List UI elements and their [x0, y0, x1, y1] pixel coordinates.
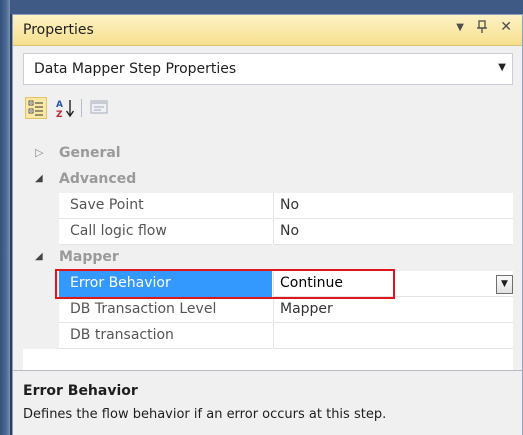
property-row-save-point[interactable]: Save Point No	[23, 193, 513, 219]
chevron-down-icon[interactable]: ▼	[498, 62, 506, 73]
pin-icon[interactable]	[476, 20, 488, 37]
collapse-arrow-icon[interactable]: ◢	[35, 251, 43, 262]
row-gutter	[23, 193, 59, 219]
description-pane: Error Behavior Defines the flow behavior…	[13, 370, 522, 435]
properties-panel: Properties ▼ ✕ Data Mapper Step Properti…	[12, 14, 523, 435]
property-row-error-behavior[interactable]: Error Behavior Continue	[23, 271, 513, 297]
category-label: Advanced	[59, 171, 137, 187]
category-label: Mapper	[59, 249, 119, 265]
category-label: General	[59, 145, 121, 161]
category-advanced[interactable]: ◢ Advanced	[23, 167, 513, 193]
close-icon[interactable]: ✕	[500, 19, 512, 35]
property-name: DB Transaction Level	[59, 297, 272, 323]
property-pages-button[interactable]	[89, 97, 111, 119]
description-text: Defines the flow behavior if an error oc…	[23, 407, 387, 422]
categorized-icon	[28, 100, 43, 116]
window-top-edge	[0, 0, 523, 14]
pin-icon-graphic	[477, 20, 487, 33]
row-gutter	[23, 271, 59, 297]
property-row-db-transaction-level[interactable]: DB Transaction Level Mapper	[23, 297, 513, 323]
value-dropdown-button[interactable]: ▼	[496, 275, 513, 294]
object-selector-value: Data Mapper Step Properties	[34, 61, 237, 77]
alphabetical-sort-icon: A Z	[56, 100, 75, 120]
property-name: Call logic flow	[59, 219, 272, 245]
property-name: DB transaction	[59, 323, 272, 349]
collapse-arrow-icon[interactable]: ◢	[35, 173, 43, 184]
property-grid: ▷ General ◢ Advanced Save Point No Call …	[23, 141, 513, 371]
property-name: Save Point	[59, 193, 272, 219]
property-row-db-transaction[interactable]: DB transaction	[23, 323, 513, 349]
category-general[interactable]: ▷ General	[23, 141, 513, 167]
property-value[interactable]: No	[273, 219, 513, 245]
expand-arrow-icon[interactable]: ▷	[35, 146, 43, 159]
properties-toolbar: A Z	[23, 95, 513, 123]
window-left-edge	[0, 0, 10, 435]
property-pages-icon	[90, 100, 108, 114]
description-title: Error Behavior	[23, 383, 138, 399]
window-position-dropdown-icon[interactable]: ▼	[456, 22, 464, 33]
panel-titlebar: Properties ▼ ✕	[13, 15, 522, 46]
property-name: Error Behavior	[59, 271, 272, 297]
row-gutter	[23, 219, 59, 245]
property-value[interactable]: No	[273, 193, 513, 219]
property-value[interactable]: Continue	[273, 271, 513, 297]
row-gutter	[23, 297, 59, 323]
property-row-call-logic-flow[interactable]: Call logic flow No	[23, 219, 513, 245]
categorized-button[interactable]	[25, 97, 47, 119]
property-value[interactable]: Mapper	[273, 297, 513, 323]
toolbar-separator	[81, 99, 82, 117]
object-selector-dropdown[interactable]: Data Mapper Step Properties ▼	[23, 53, 513, 85]
svg-text:A: A	[56, 100, 63, 110]
property-value[interactable]	[273, 323, 513, 349]
row-gutter	[23, 323, 59, 349]
panel-title: Properties	[23, 22, 94, 38]
svg-text:Z: Z	[56, 110, 63, 119]
category-mapper[interactable]: ◢ Mapper	[23, 245, 513, 271]
alphabetical-sort-button[interactable]: A Z	[55, 97, 77, 120]
